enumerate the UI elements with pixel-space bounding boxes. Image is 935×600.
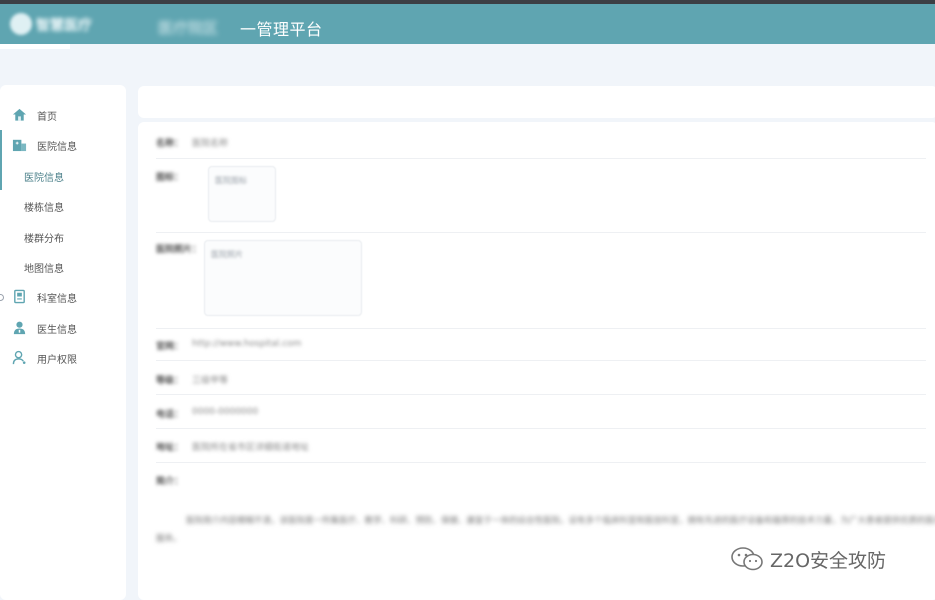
- content-toolbar: [138, 86, 935, 118]
- header-divider: [0, 44, 70, 49]
- sidebar-item-home[interactable]: 首页: [0, 99, 126, 129]
- logo-text: 智慧医疗: [36, 18, 92, 34]
- watermark-text: Z2O安全攻防: [770, 549, 887, 572]
- divider: [156, 394, 926, 395]
- image-alt-text: 医院照片: [211, 250, 243, 259]
- field-label: 简介：: [156, 477, 184, 487]
- logo-icon: [10, 13, 32, 35]
- intro-paragraph: 医院简介内容模糊不清，该医院是一所集医疗、教学、科研、预防、保健、康复于一体的综…: [156, 516, 935, 544]
- divider: [156, 328, 926, 329]
- field-label: 等级：: [156, 376, 184, 386]
- sidebar-item-label: 医院信息: [24, 173, 64, 184]
- wechat-icon: [731, 547, 763, 571]
- website-link[interactable]: http://www.hospital.com: [192, 339, 301, 349]
- divider: [156, 232, 926, 233]
- sidebar-item-label: 楼栋信息: [24, 203, 64, 214]
- home-icon: [12, 108, 27, 121]
- hospital-icon: [12, 139, 27, 152]
- sidebar-item-doctor[interactable]: 医生信息: [0, 312, 126, 342]
- sidebar-item-label: 科室信息: [37, 294, 77, 305]
- image-alt-text: 医院图标: [215, 176, 247, 185]
- field-label: 名称：: [156, 139, 184, 149]
- sidebar-item-label: 楼群分布: [24, 234, 64, 245]
- app-title: 一管理平台: [240, 20, 323, 39]
- department-icon: [14, 289, 25, 304]
- divider: [156, 428, 926, 429]
- sidebar-item-label: 地图信息: [24, 264, 64, 275]
- field-label: 医院照片：: [156, 245, 202, 255]
- divider: [156, 158, 926, 159]
- sidebar-subitem-building-distribution[interactable]: 楼群分布: [0, 221, 126, 251]
- hospital-photo-image: 医院照片: [204, 240, 362, 316]
- field-label: 官网：: [156, 342, 184, 352]
- field-value: 0000-0000000: [192, 407, 259, 417]
- sidebar-item-label: 首页: [37, 112, 57, 123]
- sidebar-item-label: 医生信息: [37, 325, 77, 336]
- sidebar-menu: 首页 医院信息 医院信息 楼栋信息 楼群分布 地图信息 科室信息 医生信息 用户…: [0, 85, 126, 600]
- sidebar-item-label: 用户权限: [37, 355, 77, 366]
- sidebar-item-hospital[interactable]: 医院信息: [0, 129, 126, 159]
- app-title-blurred: 医疗院区: [158, 19, 219, 37]
- hospital-detail-panel: 名称： 医院名称 图标： 医院图标 医院照片： 医院照片 官网： http://…: [138, 122, 935, 600]
- field-label: 图标：: [156, 173, 184, 183]
- user-icon: [12, 350, 26, 365]
- divider: [156, 360, 926, 361]
- field-value: 医院所在省市区详细街道地址: [192, 443, 310, 453]
- sidebar-subitem-map-info[interactable]: 地图信息: [0, 251, 126, 281]
- divider: [156, 462, 926, 463]
- sidebar-subitem-hospital-info[interactable]: 医院信息: [0, 160, 126, 190]
- watermark: Z2O安全攻防: [730, 545, 886, 573]
- sidebar-item-user-permission[interactable]: 用户权限: [0, 342, 126, 372]
- field-value: 医院名称: [192, 139, 229, 149]
- sidebar-item-label: 医院信息: [37, 142, 77, 153]
- doctor-icon: [13, 321, 26, 335]
- hospital-logo-image: 医院图标: [208, 166, 276, 222]
- field-value: 三级甲等: [192, 376, 229, 386]
- sidebar-subitem-building-info[interactable]: 楼栋信息: [0, 190, 126, 220]
- app-header: 智慧医疗 医疗院区 一管理平台: [0, 4, 935, 44]
- sidebar-item-department[interactable]: 科室信息: [0, 281, 126, 311]
- field-label: 电话：: [156, 410, 184, 420]
- field-label: 地址：: [156, 443, 184, 453]
